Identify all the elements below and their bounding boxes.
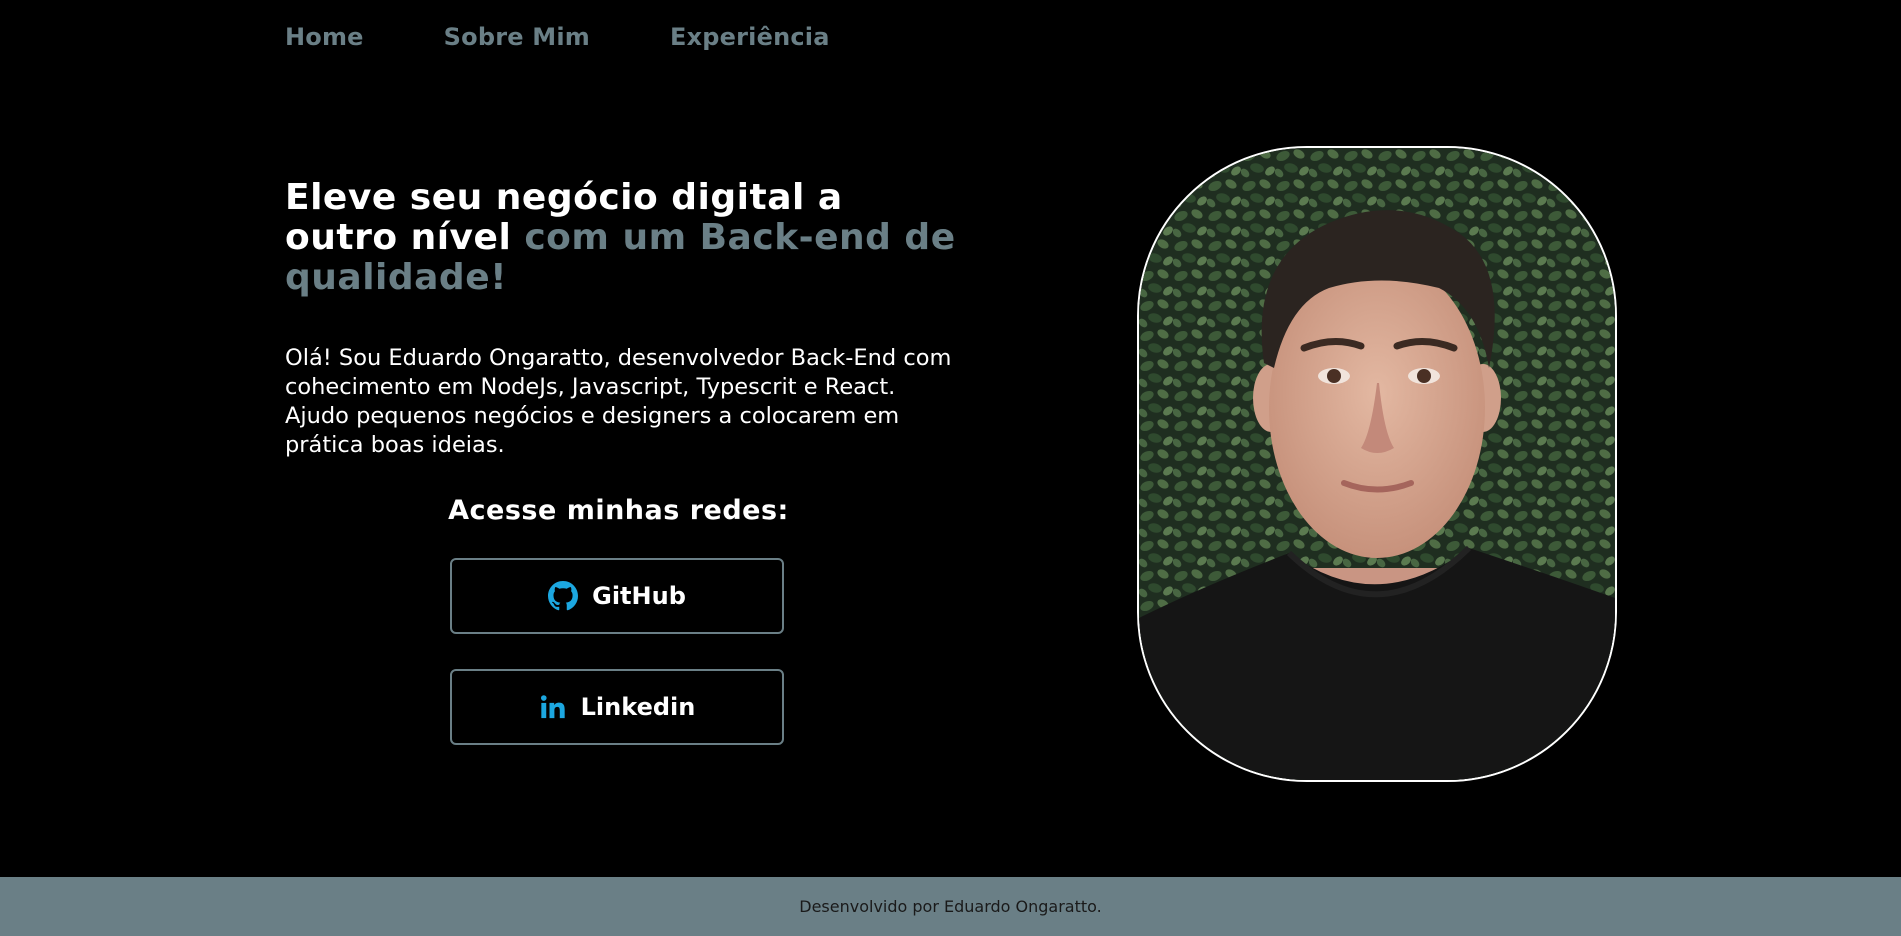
- nav-about-link[interactable]: Sobre Mim: [444, 18, 590, 56]
- github-icon: [548, 581, 579, 611]
- social-title: Acesse minhas redes:: [448, 495, 789, 526]
- top-nav: Home Sobre Mim Experiência: [285, 18, 830, 56]
- hero-section: Eleve seu negócio digital a outro nível …: [285, 178, 965, 460]
- linkedin-label: Linkedin: [580, 693, 696, 721]
- nav-home-link[interactable]: Home: [285, 18, 364, 56]
- linkedin-icon: [539, 693, 567, 721]
- github-button[interactable]: GitHub: [450, 558, 784, 634]
- profile-photo: [1137, 146, 1617, 782]
- footer-text: Desenvolvido por Eduardo Ongaratto.: [799, 897, 1102, 916]
- nav-experience-link[interactable]: Experiência: [670, 18, 830, 56]
- linkedin-button[interactable]: Linkedin: [450, 669, 784, 745]
- page: Home Sobre Mim Experiência Eleve seu neg…: [0, 0, 1901, 936]
- intro-paragraph: Olá! Sou Eduardo Ongaratto, desenvolvedo…: [285, 345, 952, 458]
- footer: Desenvolvido por Eduardo Ongaratto.: [0, 877, 1901, 936]
- hero-headline: Eleve seu negócio digital a outro nível …: [285, 178, 965, 298]
- github-label: GitHub: [592, 582, 686, 610]
